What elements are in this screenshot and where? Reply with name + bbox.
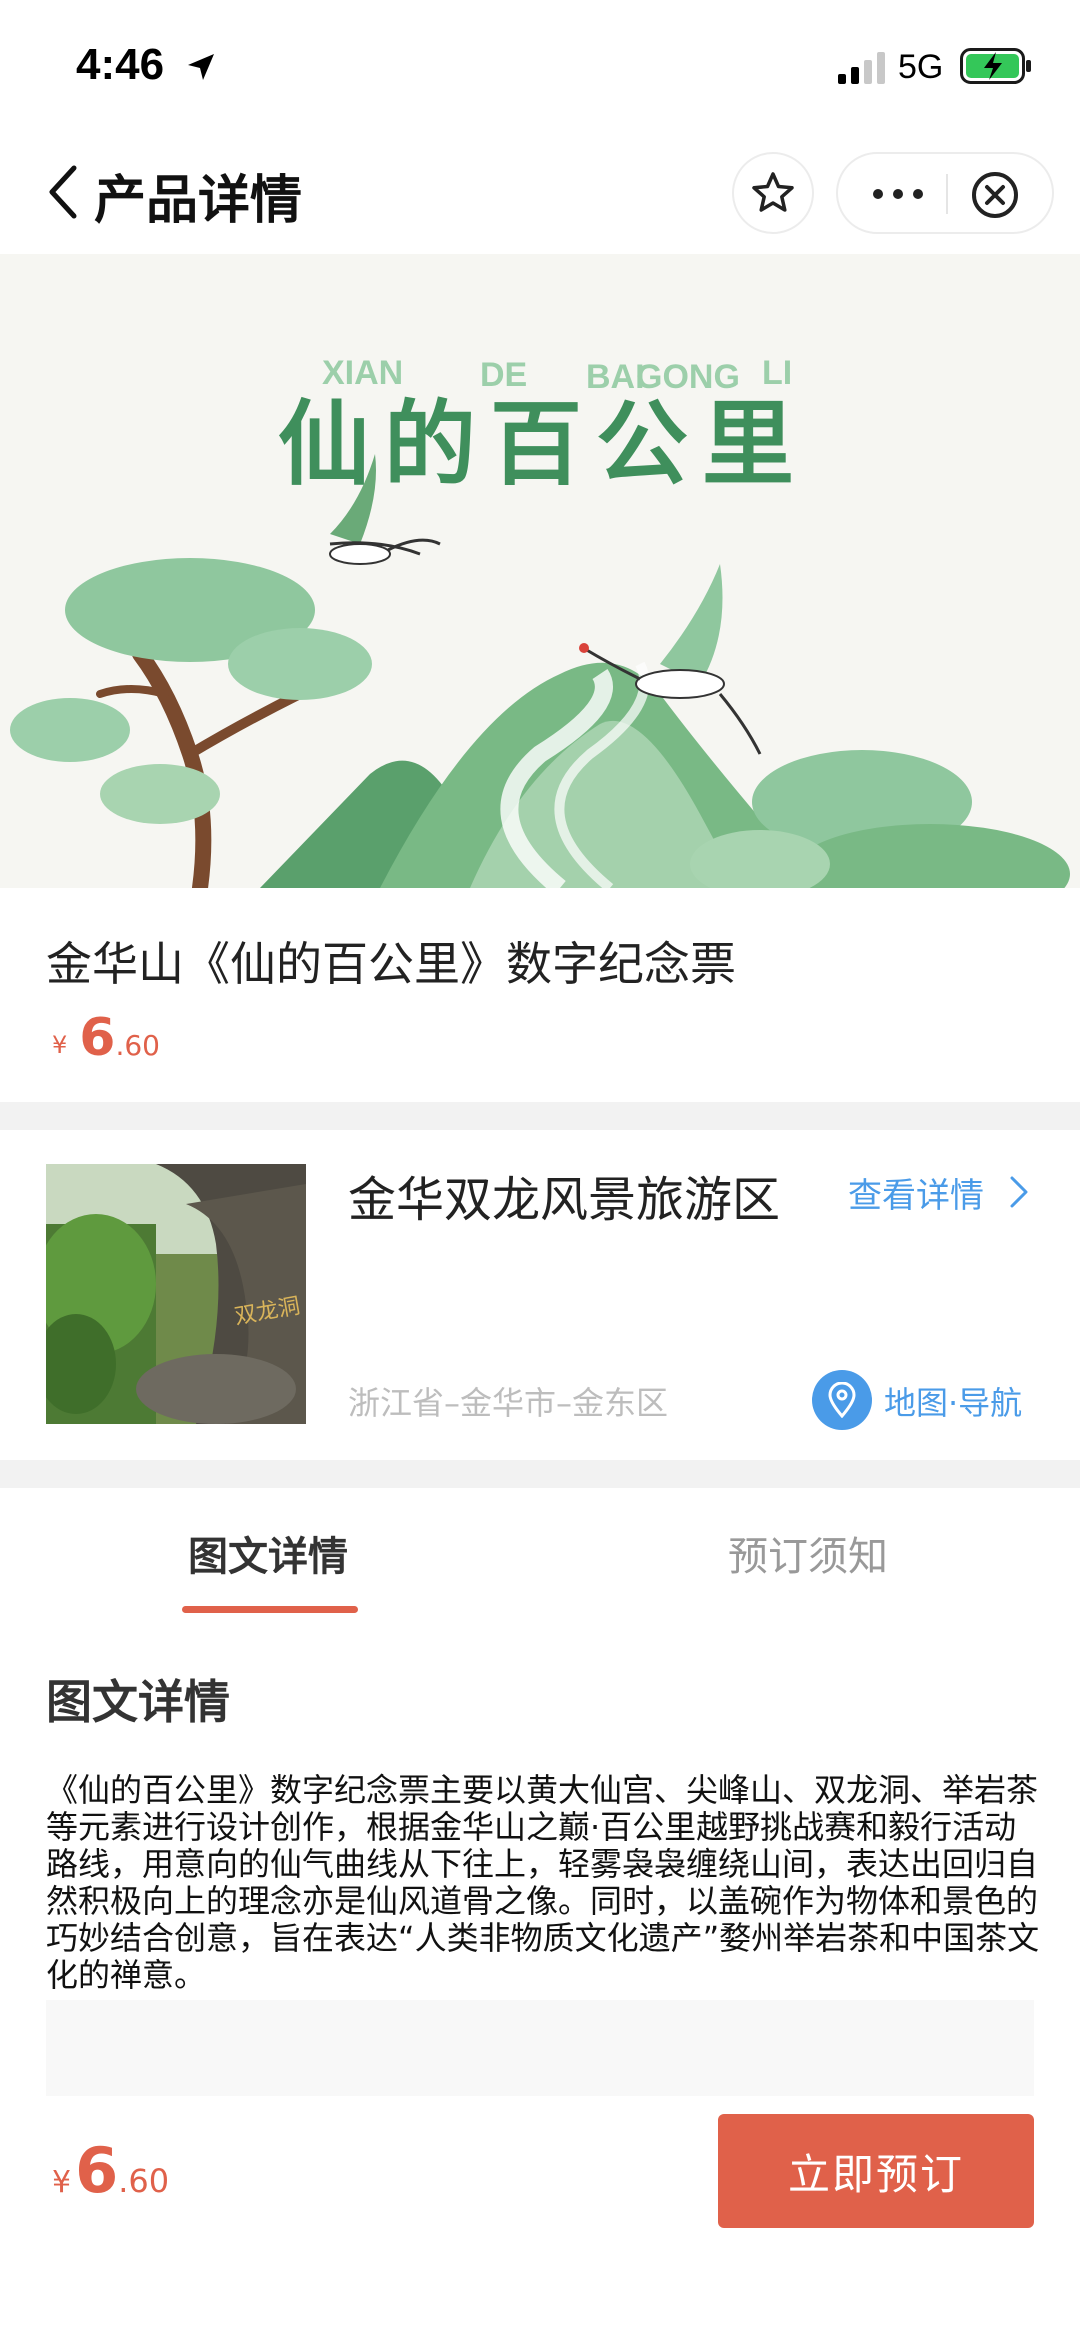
content-image-placeholder xyxy=(46,2000,1034,2096)
signal-icon xyxy=(838,52,885,84)
mini-program-capsule xyxy=(836,152,1054,234)
pinyin-li: LI xyxy=(762,354,792,392)
page-title: 产品详情 xyxy=(94,171,303,231)
capsule-divider xyxy=(946,174,948,214)
more-icon[interactable] xyxy=(868,176,928,212)
tab-booking-notes[interactable]: 预订须知 xyxy=(728,1524,888,1582)
price-decimal: .60 xyxy=(115,1029,160,1062)
star-icon xyxy=(752,172,794,212)
scenic-address: 浙江省–金华市–金东区 xyxy=(348,1384,669,1422)
pinyin-de: DE xyxy=(480,356,527,394)
bottom-price: ¥6.60 xyxy=(52,2134,169,2207)
view-details-link[interactable]: 查看详情 xyxy=(848,1168,984,1217)
favorite-button[interactable] xyxy=(732,152,814,234)
section-divider xyxy=(0,1460,1080,1488)
scenic-photo: 双龙洞 xyxy=(46,1164,306,1424)
battery-charging-icon xyxy=(960,48,1031,84)
active-tab-indicator xyxy=(182,1606,358,1613)
scenic-card: 双龙洞 金华双龙风景旅游区 查看详情 浙江省–金华市–金东区 地图·导航 xyxy=(0,1130,1080,1460)
content-section-title: 图文详情 xyxy=(46,1675,230,1729)
product-title: 金华山《仙的百公里》数字纪念票 xyxy=(46,937,736,991)
nav-bar: 产品详情 xyxy=(0,130,1080,254)
status-bar: 4:46 5G xyxy=(0,0,1080,130)
network-type: 5G xyxy=(898,48,944,86)
close-icon[interactable] xyxy=(970,170,1020,220)
book-now-button[interactable]: 立即预订 xyxy=(718,2114,1034,2228)
map-navigation-link[interactable]: 地图·导航 xyxy=(884,1378,1022,1424)
product-price: ¥6.60 xyxy=(52,1008,160,1068)
scenic-thumbnail[interactable]: 双龙洞 xyxy=(46,1164,306,1424)
status-time: 4:46 xyxy=(76,40,165,89)
price-currency: ¥ xyxy=(52,1031,68,1059)
pinyin-xian: XIAN xyxy=(322,354,403,392)
chevron-right-icon[interactable] xyxy=(1008,1174,1030,1210)
bottom-price-integer: 6 xyxy=(75,2134,119,2207)
bottom-bar: ¥6.60 立即预订 xyxy=(0,2096,1080,2337)
product-banner: XIAN DE BAI GONG LI 仙的百公里 xyxy=(0,254,1080,888)
tab-image-text-details[interactable]: 图文详情 xyxy=(188,1524,348,1582)
content-paragraph: 《仙的百公里》数字纪念票主要以黄大仙宫、尖峰山、双龙洞、举岩茶等元素进行设计创作… xyxy=(46,1771,1040,1994)
bottom-price-currency: ¥ xyxy=(52,2165,72,2200)
detail-tabs: 图文详情 预订须知 xyxy=(0,1488,1080,1613)
map-pin-button[interactable] xyxy=(812,1370,872,1430)
map-pin-icon xyxy=(828,1382,856,1418)
section-divider xyxy=(0,1102,1080,1130)
banner-illustration: XIAN DE BAI GONG LI 仙的百公里 xyxy=(0,254,1080,888)
bottom-price-decimal: .60 xyxy=(118,2162,170,2200)
price-integer: 6 xyxy=(79,1008,116,1068)
location-arrow-icon xyxy=(188,54,214,80)
banner-calligraphy: 仙的百公里 xyxy=(278,391,808,498)
product-info: 金华山《仙的百公里》数字纪念票 ¥6.60 xyxy=(0,888,1080,1102)
scenic-name: 金华双龙风景旅游区 xyxy=(348,1172,781,1228)
chevron-left-icon[interactable] xyxy=(44,162,82,222)
